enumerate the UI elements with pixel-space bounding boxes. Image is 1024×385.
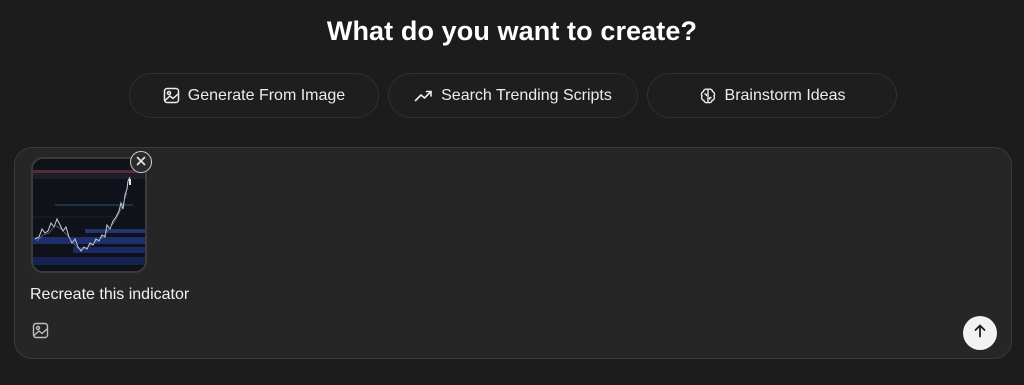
prompt-composer: Recreate this indicator [14,147,1012,359]
remove-attachment-button[interactable] [130,151,152,173]
chip-label: Brainstorm Ideas [724,86,846,104]
search-trending-scripts-button[interactable]: Search Trending Scripts [388,73,638,118]
prompt-input[interactable]: Recreate this indicator [30,286,189,304]
image-icon [163,87,180,104]
send-button[interactable] [963,316,997,350]
brainstorm-ideas-button[interactable]: Brainstorm Ideas [647,73,897,118]
attach-image-button[interactable] [30,322,50,344]
generate-from-image-button[interactable]: Generate From Image [129,73,379,118]
chip-label: Generate From Image [187,86,346,104]
close-icon [136,153,146,171]
page-title: What do you want to create? [326,16,698,46]
attachment-thumbnail[interactable] [31,157,147,273]
chip-label: Search Trending Scripts [441,86,612,104]
arrow-up-icon [973,324,987,343]
brain-icon [699,87,717,105]
trending-up-icon [414,88,433,103]
image-icon [32,322,49,344]
page: What do you want to create? Generate Fro… [0,0,1024,385]
